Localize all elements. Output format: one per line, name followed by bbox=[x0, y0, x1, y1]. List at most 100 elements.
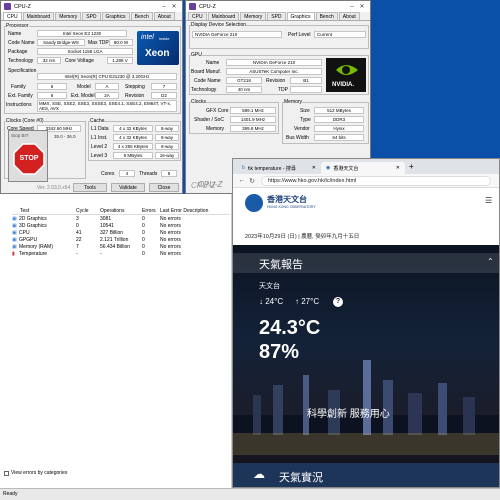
hko-org-english: HONG KONG OBSERVATORY bbox=[267, 205, 316, 209]
tab-memory[interactable]: Memory bbox=[240, 12, 267, 20]
gpgpu-icon: ▣ bbox=[12, 236, 17, 243]
browser-tab-label: 香港天文台 bbox=[333, 165, 359, 172]
tab-spd[interactable]: SPD bbox=[82, 12, 101, 20]
view-errors-label: View errors by categories bbox=[11, 470, 68, 476]
browser-tab-hko[interactable]: ◉ 香港天文台 ✕ bbox=[321, 162, 405, 174]
close-tab-icon[interactable]: ✕ bbox=[396, 165, 400, 171]
close-icon[interactable]: ✕ bbox=[357, 3, 367, 10]
tab-graphics[interactable]: Graphics bbox=[101, 12, 130, 20]
tab-cpu[interactable]: CPU bbox=[188, 12, 207, 20]
burnin-window: CPU-Z Test Cycle Operations Errors Last … bbox=[0, 180, 232, 488]
close-icon[interactable]: ✕ bbox=[169, 3, 179, 10]
table-row[interactable]: ▣ GPGPU 22 2.121 Trillion 0 No errors bbox=[12, 236, 230, 243]
refresh-icon[interactable]: ↻ bbox=[247, 177, 257, 185]
memory-icon: ▣ bbox=[12, 243, 17, 250]
test-error-desc: No errors bbox=[160, 229, 181, 236]
tab-mainboard[interactable]: Mainboard bbox=[207, 12, 240, 20]
tab-about[interactable]: About bbox=[153, 12, 175, 20]
l1i-way-value: 8-way bbox=[155, 134, 179, 141]
stop-sign-button[interactable]: STOP bbox=[13, 143, 45, 175]
perf-select[interactable]: Current bbox=[314, 31, 366, 38]
test-name: Temperature bbox=[19, 250, 48, 257]
checkbox-box[interactable] bbox=[4, 470, 9, 476]
hko-org-name: 香港天文台 bbox=[267, 195, 307, 204]
live-weather-bar[interactable]: ☁ 天氣實況 bbox=[233, 463, 499, 487]
new-tab-icon[interactable]: + bbox=[409, 162, 414, 171]
test-errors: 0 bbox=[142, 250, 145, 257]
device-select[interactable]: NVIDIA GeForce 210 bbox=[192, 31, 282, 38]
test-cycle: 3 bbox=[76, 215, 79, 222]
cpuz-tabs: CPU Mainboard Memory SPD Graphics Bench … bbox=[1, 12, 182, 21]
maxtdp-label: Max TDP bbox=[88, 40, 109, 46]
minimize-icon[interactable]: – bbox=[347, 4, 357, 10]
table-row[interactable]: ▣ 2D Graphics 3 3081 0 No errors bbox=[12, 215, 230, 222]
col-last-error[interactable]: Last Error Description bbox=[160, 208, 230, 214]
mem-type-value: DDR3 bbox=[314, 116, 364, 123]
weather-report-title: 天氣報告 bbox=[259, 259, 303, 271]
tab-bench[interactable]: Bench bbox=[130, 12, 153, 20]
gpu-tech-label: Technology bbox=[191, 87, 217, 93]
gpuz-tabs: CPU Mainboard Memory SPD Graphics Bench … bbox=[186, 12, 370, 21]
col-errors[interactable]: Errors bbox=[142, 208, 160, 214]
threads-value: 8 bbox=[161, 170, 177, 177]
cpuz-app-icon bbox=[4, 3, 11, 10]
browser-tab-search[interactable]: b hk temperature - 搜尋 ✕ bbox=[237, 162, 321, 174]
l3-value: 8 MBytes bbox=[113, 152, 153, 159]
l2-label: Level 2 bbox=[91, 144, 108, 150]
tab-cpu[interactable]: CPU bbox=[3, 12, 22, 20]
help-icon[interactable]: ? bbox=[333, 297, 343, 307]
memclk-label: Memory bbox=[206, 126, 225, 132]
test-name: GPGPU bbox=[19, 236, 38, 243]
minimize-icon[interactable]: – bbox=[159, 4, 169, 10]
browser-tab-strip: b hk temperature - 搜尋 ✕ ◉ 香港天文台 ✕ + bbox=[233, 159, 499, 174]
browser-window: b hk temperature - 搜尋 ✕ ◉ 香港天文台 ✕ + ← ↻ … bbox=[232, 158, 500, 488]
test-errors: 0 bbox=[142, 222, 145, 229]
spec-value: Intel(R) Xeon(R) CPU E31230 @ 3.20GHz bbox=[37, 73, 177, 80]
close-button[interactable]: Close bbox=[149, 183, 179, 192]
name-label: Name bbox=[8, 31, 22, 37]
tools-button[interactable]: Tools bbox=[73, 183, 107, 192]
weather-report-header[interactable]: 天氣報告 ⌃ bbox=[233, 253, 499, 273]
test-name: 2D Graphics bbox=[19, 215, 47, 222]
hko-header: 香港天文台 HONG KONG OBSERVATORY ☰ 2023年10月29… bbox=[233, 188, 499, 245]
stop-label: STOP bbox=[19, 155, 39, 162]
cpu-name-value: Intel Xeon E3 1230 bbox=[37, 30, 127, 37]
address-bar-row: ← ↻ https://www.hko.gov.hk/tc/index.html bbox=[233, 174, 499, 188]
tab-spd[interactable]: SPD bbox=[267, 12, 286, 20]
table-row[interactable]: ▣ Memory (RAM) 7 56.434 Billion 0 No err… bbox=[12, 243, 230, 250]
gpu-codename-value: GT218 bbox=[226, 77, 262, 84]
col-operations[interactable]: Operations bbox=[100, 208, 142, 214]
tab-mainboard[interactable]: Mainboard bbox=[22, 12, 55, 20]
table-row[interactable]: ▣ 3D Graphics 0 10541 0 No errors bbox=[12, 222, 230, 229]
chevron-up-icon[interactable]: ⌃ bbox=[487, 257, 494, 266]
stepping-label: Stepping bbox=[125, 84, 145, 90]
revision-label: Revision bbox=[125, 93, 145, 99]
col-test[interactable]: Test bbox=[12, 208, 76, 214]
mem-vendor-value: Hynix bbox=[314, 125, 364, 132]
table-row[interactable]: ▣ CPU 41 327 Billion 0 No errors bbox=[12, 229, 230, 236]
table-row[interactable]: ▮ Temperature - - 0 No errors bbox=[12, 250, 230, 257]
date-line: 2023年10月29日 (日) | 農曆, 癸卯年九月十五日 bbox=[245, 234, 360, 240]
extfamily-label: Ext. Family bbox=[8, 93, 33, 99]
memclk-value: 399.8 MHz bbox=[230, 125, 276, 132]
close-tab-icon[interactable]: ✕ bbox=[312, 165, 316, 171]
gpu-clocks-label: Clocks bbox=[191, 99, 207, 105]
current-temperature: 24.3°C bbox=[259, 317, 321, 339]
codename-value: Sandy Bridge-WS bbox=[37, 39, 85, 46]
view-errors-checkbox[interactable]: View errors by categories bbox=[4, 470, 67, 476]
tab-about[interactable]: About bbox=[338, 12, 360, 20]
tab-graphics[interactable]: Graphics bbox=[286, 12, 315, 20]
tab-memory[interactable]: Memory bbox=[55, 12, 82, 20]
gpuz-title: CPU-Z bbox=[199, 3, 216, 10]
validate-button[interactable]: Validate bbox=[111, 183, 145, 192]
tab-bench[interactable]: Bench bbox=[315, 12, 338, 20]
back-icon[interactable]: ← bbox=[237, 177, 247, 184]
url-input[interactable]: https://www.hko.gov.hk/tc/index.html bbox=[261, 175, 491, 186]
menu-icon[interactable]: ☰ bbox=[485, 196, 492, 205]
test-operations: 2.121 Trillion bbox=[100, 236, 129, 243]
gpuz-titlebar[interactable]: CPU-Z – ✕ bbox=[186, 1, 370, 12]
col-cycle[interactable]: Cycle bbox=[76, 208, 100, 214]
cpuz-titlebar[interactable]: CPU-Z – ✕ bbox=[1, 1, 182, 12]
technology-value: 32 nm bbox=[37, 57, 61, 64]
gpu-revision-value: B1 bbox=[290, 77, 322, 84]
